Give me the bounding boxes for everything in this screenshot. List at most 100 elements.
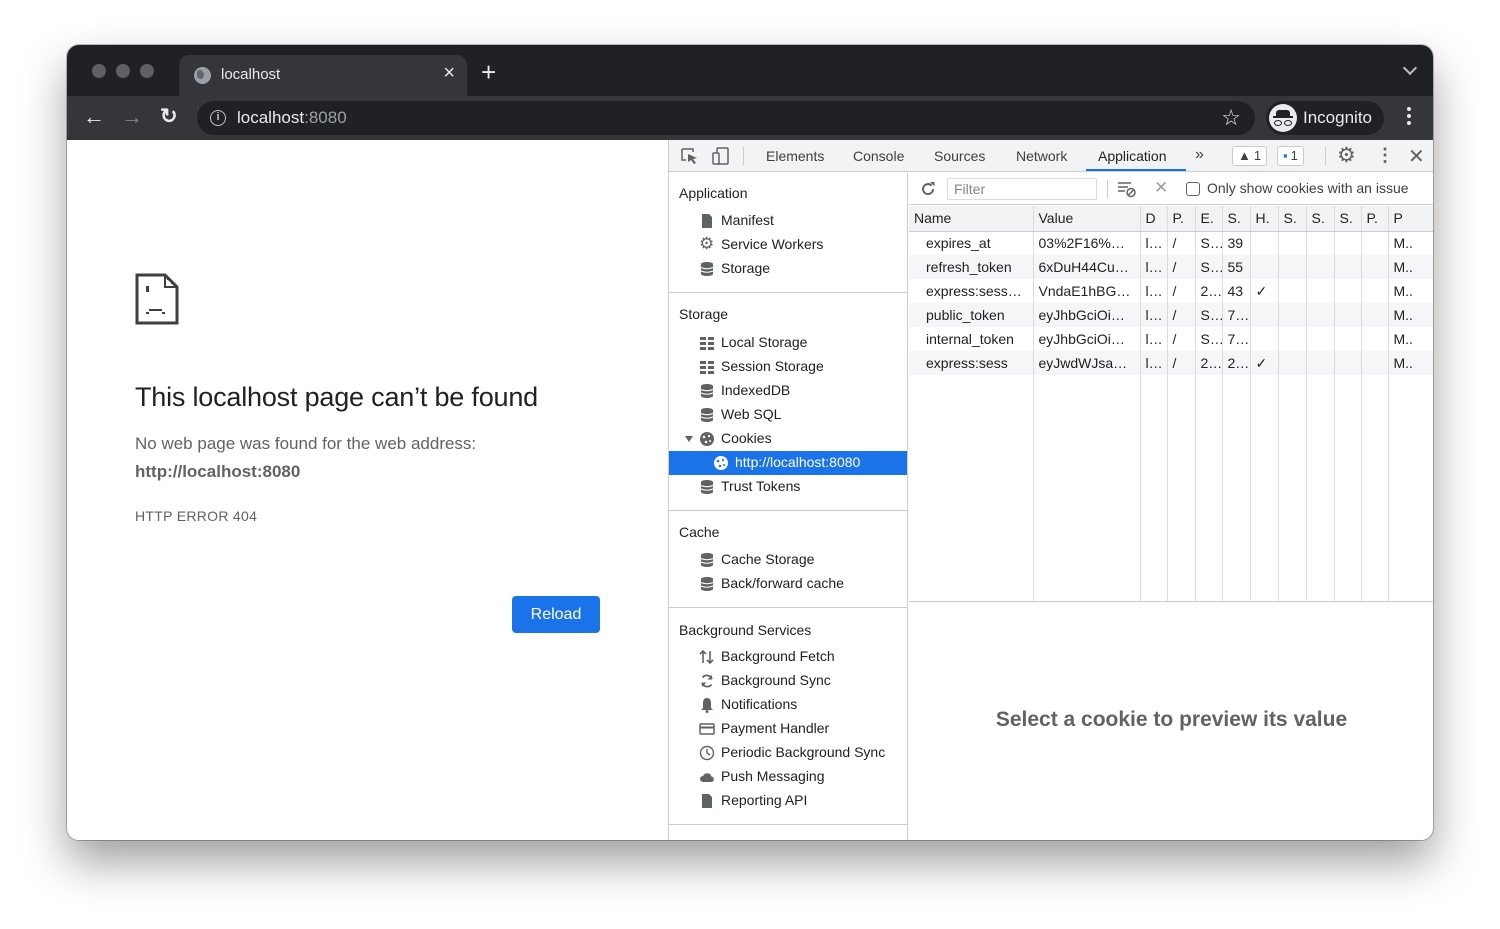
device-toolbar-icon[interactable]	[712, 147, 730, 165]
settings-gear-icon[interactable]: ⚙	[1337, 143, 1356, 168]
clear-all-icon[interactable]: ✕	[1154, 178, 1168, 198]
tab-network[interactable]: Network	[1016, 148, 1067, 164]
sidebar-item-notifications[interactable]: Notifications	[669, 693, 907, 717]
empty-cell	[1033, 375, 1141, 601]
tab-search-chevron-icon[interactable]	[1402, 60, 1418, 76]
empty-cell	[1361, 375, 1389, 601]
refresh-icon[interactable]	[920, 181, 936, 197]
bell-icon	[701, 698, 713, 713]
column-header-path[interactable]: P.	[1167, 206, 1196, 232]
database-icon	[700, 480, 714, 494]
sidebar-item-session-storage[interactable]: Session Storage	[669, 355, 907, 379]
column-header-size[interactable]: S.	[1222, 206, 1251, 232]
close-window-button[interactable]	[92, 64, 106, 78]
cookie-icon	[714, 456, 728, 470]
divider	[1325, 147, 1326, 165]
sidebar-item-push-messaging[interactable]: Push Messaging	[669, 765, 907, 789]
cookie-filter-input[interactable]	[947, 178, 1097, 200]
tab-elements[interactable]: Elements	[766, 148, 824, 164]
reload-icon[interactable]: ↻	[160, 104, 178, 130]
reload-button[interactable]: Reload	[512, 596, 600, 633]
sidebar-item-back-forward-cache[interactable]: Back/forward cache	[669, 572, 907, 596]
more-tabs-icon[interactable]: »	[1195, 146, 1204, 164]
table-row[interactable]: internal_token eyJhbGciOi… l… / S… 7… M..	[909, 327, 1433, 351]
clear-filtered-icon[interactable]	[1117, 180, 1137, 198]
tab-console[interactable]: Console	[853, 148, 904, 164]
column-header-secure[interactable]: S.	[1278, 206, 1307, 232]
table-row[interactable]: public_token eyJhbGciOi… l… / S… 7… M..	[909, 303, 1433, 327]
forward-button[interactable]: →	[121, 104, 143, 130]
cookie-cell	[1334, 327, 1362, 351]
sidebar-item-background-fetch[interactable]: Background Fetch	[669, 645, 907, 669]
only-issues-checkbox[interactable]	[1186, 182, 1200, 196]
sidebar-item-local-storage[interactable]: Local Storage	[669, 331, 907, 355]
cookies-table: Name Value D P. E. S. H. S. S. S. P. P e…	[909, 206, 1433, 602]
cookie-cell: /	[1167, 303, 1196, 327]
back-button[interactable]: ←	[83, 104, 105, 130]
grid-icon	[700, 361, 714, 374]
column-header-sameparty[interactable]: S.	[1334, 206, 1362, 232]
error-description: No web page was found for the web addres…	[135, 434, 477, 453]
sidebar-item-reporting-api[interactable]: Reporting API	[669, 789, 907, 813]
table-row[interactable]: express:sess… VndaE1hBG… l…/2… 43 ✓ M..	[909, 279, 1433, 303]
cookie-cell: ✓	[1250, 351, 1279, 375]
bookmark-star-icon[interactable]: ☆	[1221, 105, 1241, 131]
messages-badge[interactable]: ▪ 1	[1277, 146, 1304, 166]
browser-toolbar: ← → ↻ i localhost:8080 ☆ Incognito	[67, 96, 1433, 140]
cookie-cell: M..	[1388, 351, 1433, 375]
sidebar-item-cookies-localhost[interactable]: http://localhost:8080	[669, 451, 907, 475]
devtools-menu-icon[interactable]: ⋮	[1376, 145, 1394, 166]
column-header-partition-key[interactable]: P.	[1361, 206, 1389, 232]
expand-triangle-icon[interactable]	[685, 436, 693, 442]
address-bar[interactable]: i localhost:8080 ☆	[197, 101, 1255, 135]
divider	[743, 147, 744, 165]
sidebar-item-periodic-background-sync[interactable]: Periodic Background Sync	[669, 741, 907, 765]
column-header-name[interactable]: Name	[909, 206, 1034, 232]
sidebar-item-web-sql[interactable]: Web SQL	[669, 403, 907, 427]
column-header-domain[interactable]: D	[1140, 206, 1168, 232]
cookie-cell: /	[1167, 279, 1196, 303]
cookie-cell	[1334, 351, 1362, 375]
cookie-cell: 39	[1222, 231, 1251, 255]
warnings-badge[interactable]: ▲ 1	[1232, 146, 1268, 166]
sidebar-item-storage[interactable]: Storage	[669, 257, 907, 281]
sidebar-item-background-sync[interactable]: Background Sync	[669, 669, 907, 693]
minimize-window-button[interactable]	[116, 64, 130, 78]
column-header-httponly[interactable]: H.	[1250, 206, 1279, 232]
cookie-cell	[1361, 255, 1389, 279]
error-code: HTTP ERROR 404	[135, 508, 258, 524]
cookie-cell	[1334, 279, 1362, 303]
cookie-cell	[1250, 255, 1279, 279]
column-header-samesite[interactable]: S.	[1306, 206, 1335, 232]
sidebar-item-manifest[interactable]: Manifest	[669, 209, 907, 233]
empty-cell	[1167, 375, 1196, 601]
table-row[interactable]: express:sess eyJwdWJsa… l…/2… 2… ✓ M..	[909, 351, 1433, 375]
column-header-expires[interactable]: E.	[1195, 206, 1223, 232]
table-row[interactable]: expires_at 03%2F16%… l… / S… 39 M..	[909, 231, 1433, 255]
close-tab-icon[interactable]: ×	[443, 63, 455, 83]
tab-sources[interactable]: Sources	[934, 148, 985, 164]
sidebar-item-cache-storage[interactable]: Cache Storage	[669, 548, 907, 572]
table-row[interactable]: refresh_token 6xDuH44Cu… l… / S… 55 M..	[909, 255, 1433, 279]
sidebar-item-indexeddb[interactable]: IndexedDB	[669, 379, 907, 403]
incognito-profile-button[interactable]: Incognito	[1266, 101, 1384, 135]
cookie-cell: S…	[1195, 255, 1223, 279]
inspect-element-icon[interactable]	[681, 148, 699, 165]
cookie-cell: 2…	[1222, 351, 1251, 375]
sidebar-item-cookies[interactable]: Cookies	[669, 427, 907, 451]
maximize-window-button[interactable]	[140, 64, 154, 78]
tab-application[interactable]: Application	[1098, 148, 1167, 164]
new-tab-button[interactable]: +	[481, 59, 496, 85]
column-header-priority[interactable]: P	[1388, 206, 1433, 232]
cookie-cell	[1361, 327, 1389, 351]
card-icon	[699, 723, 715, 735]
info-icon[interactable]: i	[210, 110, 226, 126]
close-devtools-icon[interactable]: ✕	[1408, 144, 1425, 169]
browser-menu-icon[interactable]	[1407, 107, 1411, 128]
cookie-cell	[1278, 327, 1307, 351]
sidebar-item-payment-handler[interactable]: Payment Handler	[669, 717, 907, 741]
browser-tab[interactable]: localhost ×	[179, 55, 467, 96]
sidebar-item-trust-tokens[interactable]: Trust Tokens	[669, 475, 907, 499]
sidebar-item-service-workers[interactable]: ⚙ Service Workers	[669, 233, 907, 257]
column-header-value[interactable]: Value	[1033, 206, 1141, 232]
